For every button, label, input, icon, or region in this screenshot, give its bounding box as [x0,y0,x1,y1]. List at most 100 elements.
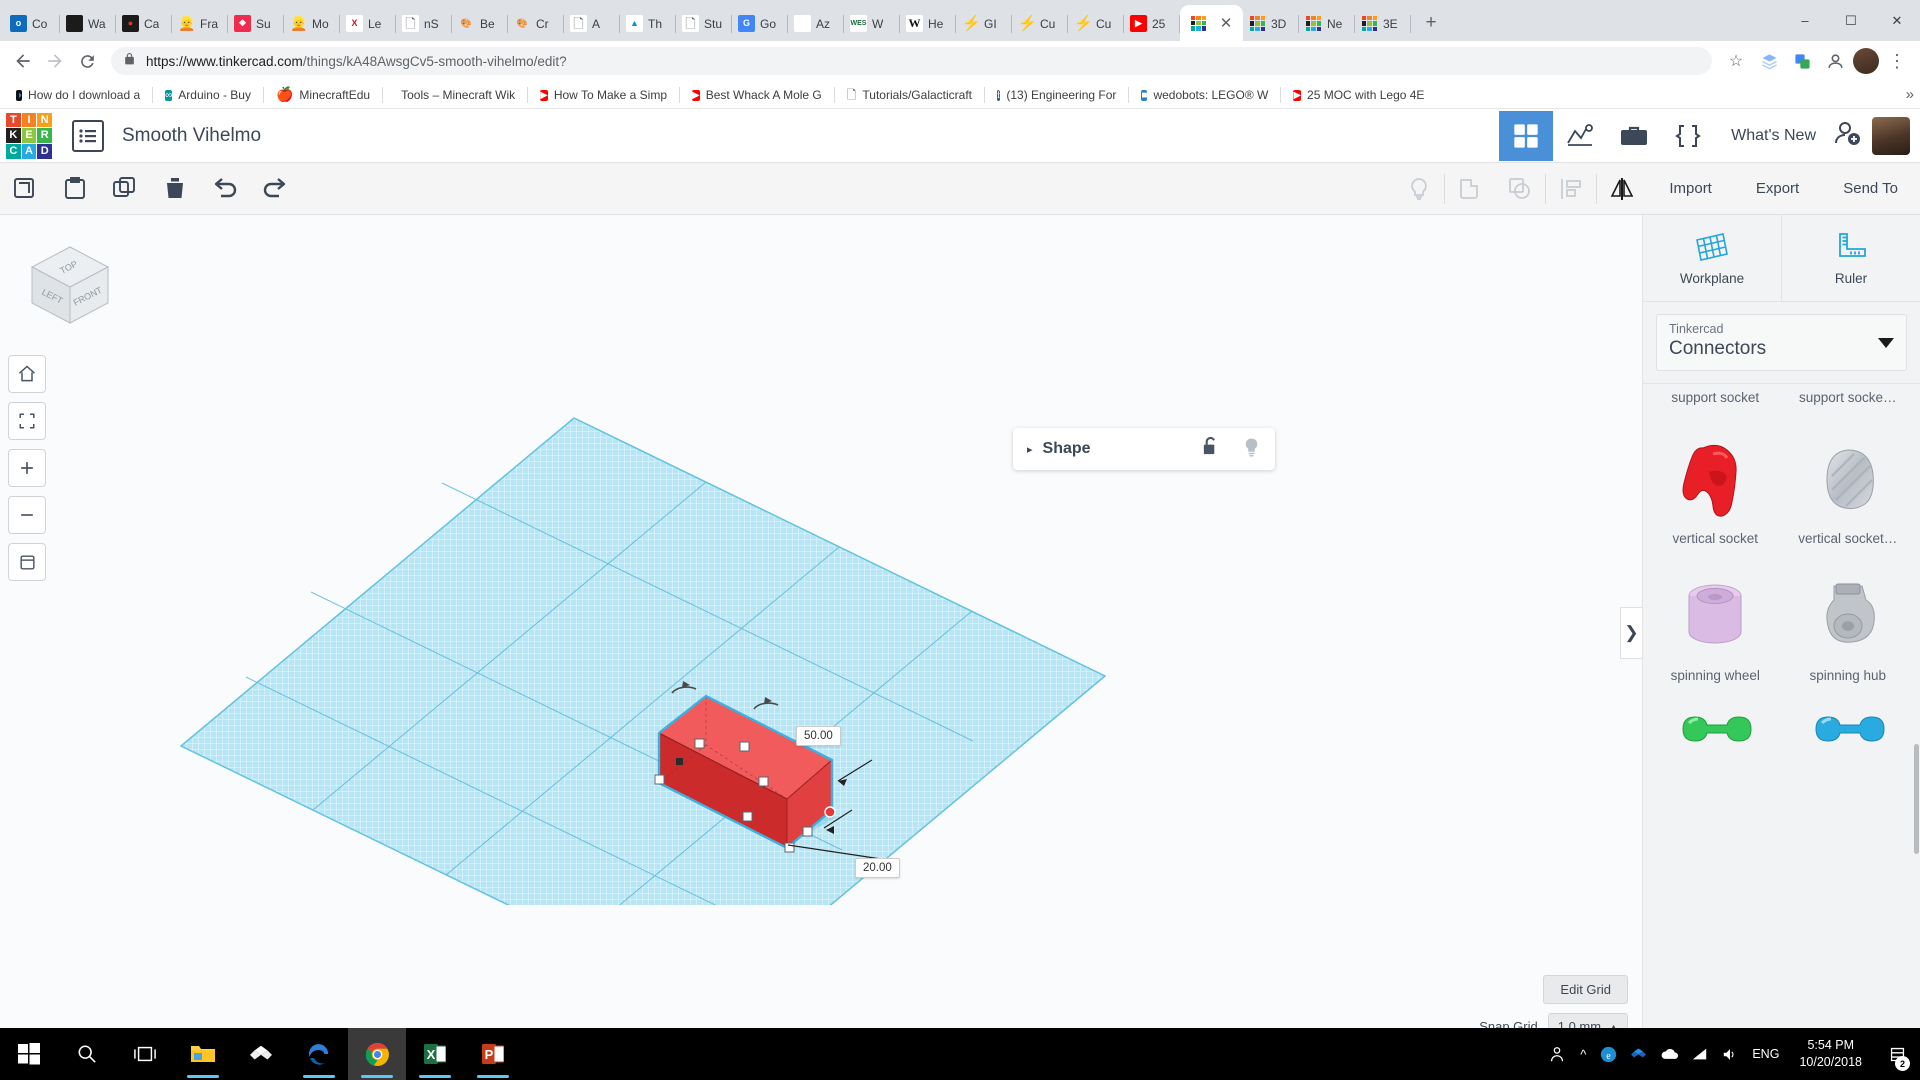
bookmark-item[interactable]: ∞Arduino - Buy [157,83,259,106]
close-tab-button[interactable]: ✕ [1217,14,1235,32]
dropbox-button[interactable] [232,1028,290,1080]
extension-icon[interactable] [1754,46,1784,76]
sidebar-tool-ruler[interactable]: Ruler [1782,215,1920,301]
browser-tab[interactable]: XLe [340,6,396,41]
bookmark-item[interactable]: Tools – Minecraft Wik [387,86,523,104]
tinkercad-logo[interactable]: TINKERCAD [6,113,52,159]
mirror-button[interactable] [1597,163,1647,214]
browser-tab[interactable]: 🗋nS [396,6,452,41]
edit-grid-button[interactable]: Edit Grid [1543,975,1628,1004]
back-button[interactable] [8,46,38,76]
profile-icon[interactable] [1820,46,1850,76]
import-button[interactable]: Import [1647,163,1734,214]
export-button[interactable]: Export [1734,163,1821,214]
bookmark-item[interactable]: ◑How do I download a [8,83,148,106]
shape-item-vertical-socket-2[interactable]: vertical socket… [1782,429,1915,556]
hide-button[interactable] [1394,163,1444,214]
zoom-out-button[interactable] [8,496,46,534]
unlock-icon[interactable] [1201,436,1220,462]
bookmarks-overflow-button[interactable]: » [1906,86,1914,103]
browser-tab[interactable]: 👱Fra [172,6,228,41]
paste-button[interactable] [50,163,100,214]
bookmark-item[interactable]: ▶How To Make a Simp [532,83,675,106]
browser-tab[interactable]: ⚡GI [956,6,1012,41]
file-explorer-button[interactable] [174,1028,232,1080]
collapse-panel-button[interactable]: ❯ [1620,607,1642,659]
delete-button[interactable] [150,163,200,214]
length-dimension-label[interactable]: 50.00 [796,726,841,746]
view-cube[interactable]: TOP LEFT FRONT [22,237,118,333]
notifications-button[interactable]: 2 [1882,1028,1912,1080]
bookmark-item[interactable]: ■wedobots: LEGO® W [1133,83,1276,106]
address-bar[interactable]: https://www.tinkercad.com/things/kA48Aws… [111,47,1712,75]
network-icon[interactable] [1692,1047,1708,1061]
search-button[interactable] [58,1028,116,1080]
lightbulb-icon[interactable] [1242,436,1261,463]
bookmark-star-icon[interactable]: ☆ [1721,46,1751,76]
maximize-button[interactable]: ☐ [1828,0,1874,41]
edge-button[interactable] [290,1028,348,1080]
chrome-button[interactable] [348,1028,406,1080]
code-button[interactable] [1661,111,1715,161]
task-view-button[interactable] [116,1028,174,1080]
redo-button[interactable] [250,163,300,214]
bookmark-item[interactable]: ▶25 MOC with Lego 4E [1285,83,1432,106]
width-dimension-label[interactable]: 20.00 [855,858,900,878]
edge-tray-icon[interactable]: e [1600,1046,1617,1063]
volume-icon[interactable] [1722,1047,1738,1062]
3d-canvas[interactable]: Workplane [0,215,1642,1050]
grid-view-button[interactable] [1499,111,1553,161]
browser-tab[interactable]: oCo [4,6,60,41]
undo-button[interactable] [200,163,250,214]
shape-item-support-socket[interactable]: support socket [1649,386,1782,415]
home-view-button[interactable] [8,355,46,393]
shape-item-support-socket-2[interactable]: support socke… [1782,386,1915,415]
bookmark-item[interactable]: 🗋Tutorials/Galacticraft [839,84,980,106]
browser-tab[interactable]: 3E [1355,6,1411,41]
ortho-view-button[interactable] [8,543,46,581]
shape-properties-panel[interactable]: ▸ Shape [1013,428,1275,470]
copy-button[interactable] [0,163,50,214]
duplicate-button[interactable] [100,163,150,214]
shape-item-spinning-hub[interactable]: spinning hub [1782,566,1915,693]
people-icon[interactable] [1548,1045,1566,1063]
browser-tab[interactable]: 🎨Be [452,6,508,41]
expand-caret-icon[interactable]: ▸ [1027,443,1033,456]
browser-tab[interactable]: ⚡Cu [1068,6,1124,41]
minimize-button[interactable]: – [1782,0,1828,41]
shape-item-vertical-socket[interactable]: vertical socket [1649,429,1782,556]
onedrive-icon[interactable] [1660,1047,1678,1061]
excel-button[interactable]: X [406,1028,464,1080]
browser-tab[interactable]: ▲Th [620,6,676,41]
browser-tab[interactable]: ❖Su [228,6,284,41]
reload-button[interactable] [72,46,102,76]
gallery-button[interactable] [1607,111,1661,161]
browser-tab-active[interactable]: ✕ [1180,5,1243,41]
shape-item-spinning-wheel[interactable]: spinning wheel [1649,566,1782,693]
close-window-button[interactable]: ✕ [1874,0,1920,41]
sidebar-scrollbar[interactable] [1914,744,1919,854]
ungroup-button[interactable] [1495,163,1545,214]
library-select[interactable]: Tinkercad Connectors [1656,314,1907,371]
translate-icon[interactable] [1787,46,1817,76]
browser-tab[interactable]: 🎨Cr [508,6,564,41]
browser-tab[interactable]: 🗋A [564,6,620,41]
shape-item-blue-connector[interactable] [1782,699,1915,763]
browser-tab[interactable]: WESW [844,6,900,41]
browser-tab[interactable]: ●Ca [116,6,172,41]
browser-tab[interactable]: Wa [60,6,116,41]
taskbar-clock[interactable]: 5:54 PM 10/20/2018 [1793,1037,1868,1071]
browser-tab[interactable]: ▶25 [1124,6,1180,41]
chevron-up-icon[interactable]: ^ [1580,1047,1586,1062]
language-indicator[interactable]: ENG [1752,1047,1779,1061]
browser-tab[interactable]: 🗋Stu [676,6,732,41]
forward-button[interactable] [40,46,70,76]
user-avatar[interactable] [1853,48,1879,74]
chrome-menu-button[interactable]: ⋮ [1882,46,1912,76]
browser-tab[interactable]: 𝒼Az [788,6,844,41]
user-avatar-large[interactable] [1872,117,1910,155]
start-button[interactable] [0,1028,58,1080]
add-person-icon[interactable] [1832,120,1862,151]
align-button[interactable] [1546,163,1596,214]
chevron-down-icon[interactable] [1878,338,1894,348]
